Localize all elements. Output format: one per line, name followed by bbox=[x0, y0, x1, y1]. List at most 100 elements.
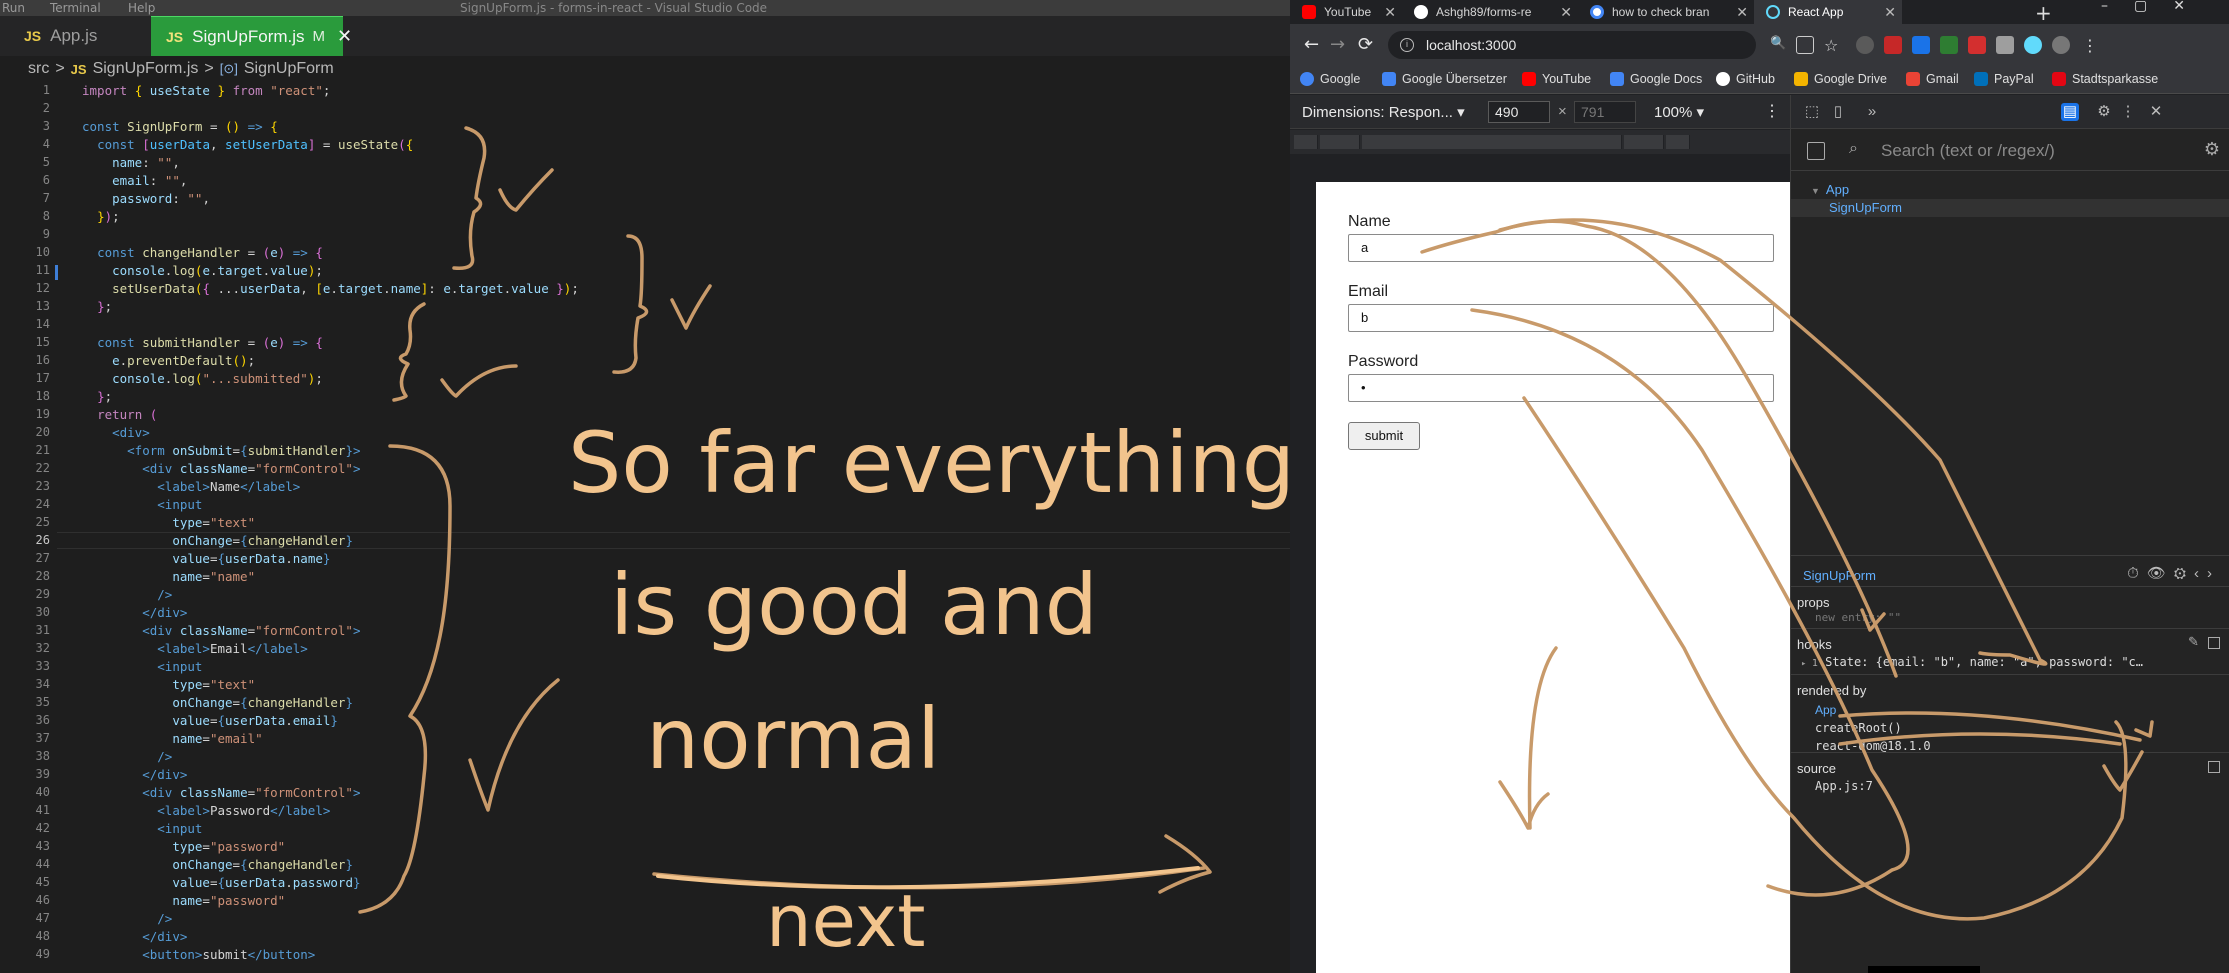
email-input[interactable]: b bbox=[1348, 304, 1774, 332]
browser-tab-react-app[interactable]: React App ✕ bbox=[1754, 0, 1902, 24]
bookmark-drive[interactable]: Google Drive bbox=[1794, 72, 1887, 86]
tree-item-app[interactable]: ▼ App bbox=[1791, 181, 2229, 199]
line-number: 15 bbox=[35, 335, 50, 349]
tab-signupform-js[interactable]: JS SignUpForm.js M ✕ bbox=[151, 16, 352, 56]
bank-icon bbox=[2052, 72, 2066, 86]
browser-tab-google[interactable]: how to check bran ✕ bbox=[1578, 0, 1754, 24]
puzzle-icon[interactable] bbox=[1996, 36, 2014, 54]
bookmark-docs[interactable]: Google Docs bbox=[1610, 72, 1702, 86]
code-editor[interactable]: 1 2 3 4 5 6 7 8 9 10 11 12 13 14 15 16 17 18 19 20 21 22 23 24 2… bbox=[0, 83, 1290, 973]
media-query-bar[interactable] bbox=[1290, 130, 1790, 154]
viewport-width-input[interactable]: 490 bbox=[1488, 101, 1550, 123]
extension-icon[interactable] bbox=[1884, 36, 1902, 54]
close-icon[interactable]: ✕ bbox=[1384, 4, 1396, 21]
shield-icon[interactable] bbox=[1940, 36, 1958, 54]
line-number: 46 bbox=[35, 893, 50, 907]
more-icon[interactable]: ⋮ bbox=[2082, 36, 2098, 55]
breadcrumb-folder[interactable]: src bbox=[28, 60, 49, 78]
copy-icon[interactable] bbox=[2208, 761, 2220, 773]
tree-item-signupform[interactable]: SignUpForm bbox=[1791, 199, 2229, 217]
bookmark-youtube[interactable]: YouTube bbox=[1522, 72, 1591, 86]
avatar[interactable] bbox=[2052, 36, 2070, 54]
line-number: 7 bbox=[42, 191, 50, 205]
browser-tabstrip: YouTube ✕ Ashgh89/forms-re ✕ how to chec… bbox=[1290, 0, 2229, 25]
menu-help[interactable]: Help bbox=[128, 1, 155, 15]
new-entry[interactable]: new entry: "" bbox=[1815, 611, 1901, 624]
rendered-by-app[interactable]: App bbox=[1815, 703, 1836, 717]
line-number: 10 bbox=[35, 245, 50, 259]
info-icon[interactable]: i bbox=[1400, 38, 1414, 52]
submit-button[interactable]: submit bbox=[1348, 422, 1420, 450]
extension-icon[interactable] bbox=[1856, 36, 1874, 54]
extension-icon[interactable] bbox=[1968, 36, 1986, 54]
line-number: 6 bbox=[42, 173, 50, 187]
viewport-height-input[interactable]: 791 bbox=[1574, 101, 1636, 123]
line-number: 14 bbox=[35, 317, 50, 331]
zoom-icon[interactable]: 🔍 bbox=[1770, 36, 1788, 54]
menu-terminal[interactable]: Terminal bbox=[50, 1, 101, 15]
back-icon[interactable]: ← bbox=[1304, 34, 1319, 55]
browser-tab-github[interactable]: Ashgh89/forms-re ✕ bbox=[1402, 0, 1578, 24]
reload-icon[interactable]: ⟳ bbox=[1358, 34, 1373, 55]
bookmark-paypal[interactable]: PayPal bbox=[1974, 72, 2034, 86]
window-controls[interactable]: –▢✕ bbox=[2101, 0, 2211, 14]
select-element-icon[interactable] bbox=[1807, 142, 1825, 160]
zoom-dropdown[interactable]: 100% ▾ bbox=[1654, 103, 1704, 121]
hook-state-row[interactable]: ▸ 1 State: {email: "b", name: "a", passw… bbox=[1801, 655, 2143, 669]
name-input[interactable]: a bbox=[1348, 234, 1774, 262]
line-number: 34 bbox=[35, 677, 50, 691]
more-tabs-icon[interactable]: » bbox=[1863, 103, 1881, 121]
devtools-panel: ⬚ ▯ » ▤ ⚙ ⋮ ✕ ⌕ Search (text or /regex/)… bbox=[1790, 95, 2229, 973]
breadcrumb-file[interactable]: SignUpForm.js bbox=[93, 60, 199, 78]
copy-icon[interactable] bbox=[2208, 637, 2220, 649]
translate-icon[interactable] bbox=[1912, 36, 1930, 54]
tab-app-js[interactable]: JS App.js bbox=[14, 16, 164, 56]
gear-icon[interactable]: ⚙ bbox=[2204, 139, 2220, 160]
gear-icon[interactable]: ⚙ bbox=[2095, 103, 2113, 121]
close-icon[interactable]: ✕ bbox=[1560, 4, 1572, 21]
caret-down-icon: ▼ bbox=[1811, 186, 1820, 196]
bookmark-star-icon[interactable]: ☆ bbox=[1824, 36, 1842, 55]
device-toggle-icon[interactable]: ▯ bbox=[1829, 103, 1847, 121]
line-number: 42 bbox=[35, 821, 50, 835]
name-label: Name bbox=[1348, 213, 1391, 230]
menu-run[interactable]: Run bbox=[2, 1, 25, 15]
bookmark-google[interactable]: Google bbox=[1300, 72, 1360, 86]
more-icon[interactable]: ⋮ bbox=[2119, 103, 2137, 121]
inspector-actions[interactable]: ⏱👁⚙‹› bbox=[2127, 564, 2220, 582]
bookmark-github[interactable]: GitHub bbox=[1716, 72, 1775, 86]
bookmark-gmail[interactable]: Gmail bbox=[1906, 72, 1959, 86]
translate-icon bbox=[1382, 72, 1396, 86]
console-icon[interactable]: ▤ bbox=[2061, 103, 2079, 121]
breadcrumb-symbol[interactable]: SignUpForm bbox=[244, 60, 334, 78]
browser-tab-youtube[interactable]: YouTube ✕ bbox=[1290, 0, 1402, 24]
modified-badge: M bbox=[312, 28, 326, 45]
address-bar[interactable]: i localhost:3000 bbox=[1388, 31, 1756, 59]
line-number: 1 bbox=[42, 83, 50, 97]
selected-component-name: SignUpForm bbox=[1803, 568, 1876, 583]
form-control-name: Name a bbox=[1348, 213, 1774, 262]
forward-icon[interactable]: → bbox=[1330, 34, 1345, 55]
close-icon[interactable]: ✕ bbox=[2147, 103, 2165, 121]
tab-title: Ashgh89/forms-re bbox=[1436, 5, 1532, 19]
tab-title: how to check bran bbox=[1612, 5, 1710, 19]
scrollbar[interactable] bbox=[1868, 966, 1980, 973]
edit-icon[interactable]: ✎ bbox=[2188, 634, 2200, 649]
bookmark-sparkasse[interactable]: Stadtsparkasse bbox=[2052, 72, 2158, 86]
bookmark-translate[interactable]: Google Übersetzer bbox=[1382, 72, 1507, 86]
inspect-icon[interactable]: ⬚ bbox=[1803, 103, 1821, 121]
dimensions-dropdown[interactable]: Dimensions: Respon... ▾ bbox=[1302, 103, 1465, 121]
rendered-by-header: rendered by bbox=[1797, 683, 1867, 698]
password-input[interactable]: • bbox=[1348, 374, 1774, 402]
tab-title: React App bbox=[1788, 5, 1844, 19]
share-icon[interactable] bbox=[1796, 36, 1814, 54]
close-icon[interactable]: ✕ bbox=[337, 26, 352, 47]
more-icon[interactable]: ⋮ bbox=[1764, 101, 1780, 121]
search-input[interactable]: Search (text or /regex/) bbox=[1881, 141, 2055, 161]
source-location[interactable]: App.js:7 bbox=[1815, 779, 1873, 793]
close-icon[interactable]: ✕ bbox=[1884, 4, 1896, 21]
git-modified-marker bbox=[55, 265, 58, 280]
close-icon[interactable]: ✕ bbox=[1736, 4, 1748, 21]
react-devtools-icon[interactable] bbox=[2024, 36, 2042, 54]
new-tab-button[interactable]: + bbox=[2035, 1, 2052, 25]
